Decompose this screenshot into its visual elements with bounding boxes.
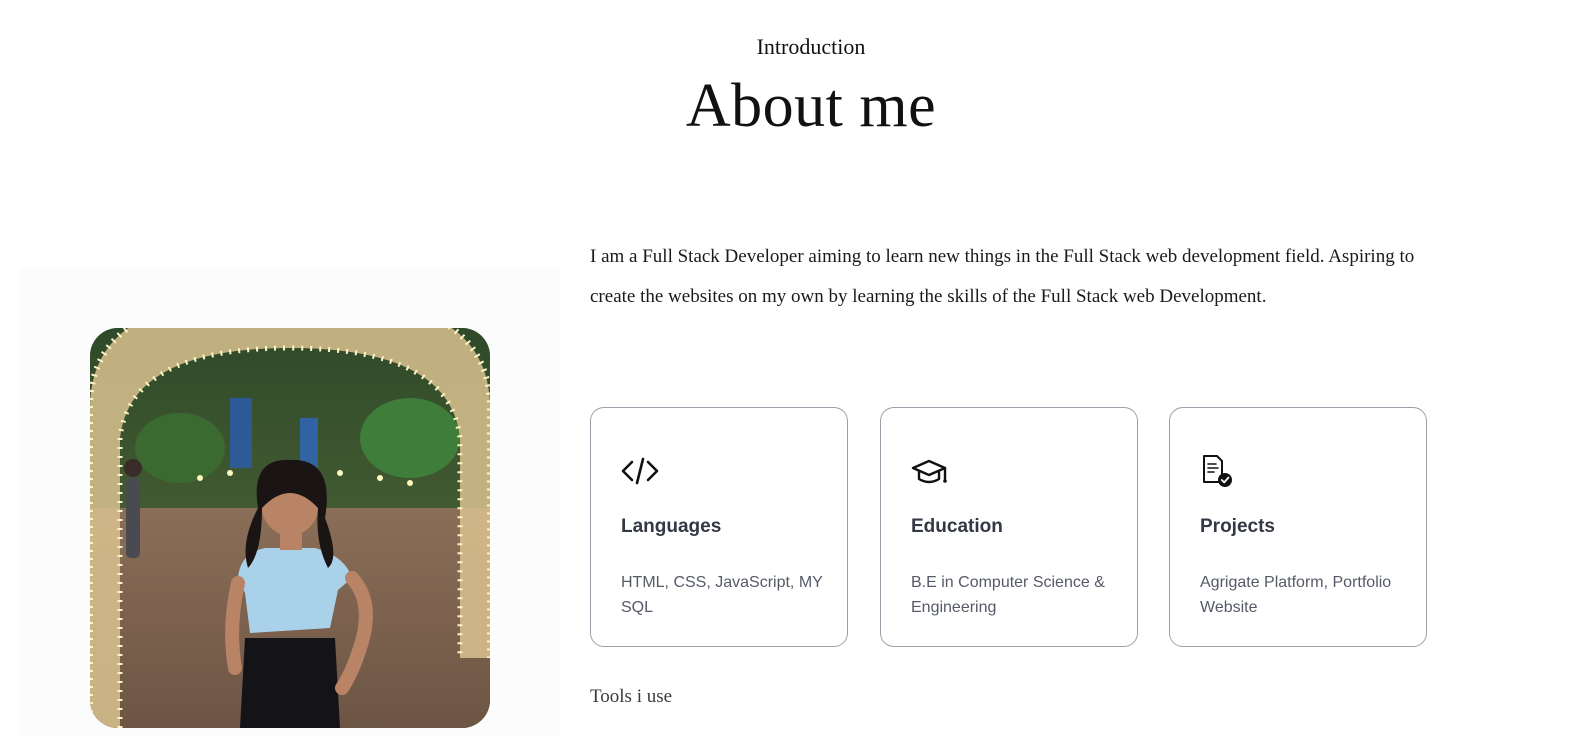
graduation-cap-icon xyxy=(911,454,949,488)
card-education: Education B.E in Computer Science & Engi… xyxy=(880,407,1138,647)
profile-photo xyxy=(90,328,490,728)
profile-photo-illustration xyxy=(90,328,490,728)
card-description: HTML, CSS, JavaScript, MY SQL xyxy=(621,574,823,616)
card-title: Projects xyxy=(1200,516,1275,537)
card-description: B.E in Computer Science & Engineering xyxy=(911,574,1105,616)
about-intro-text: I am a Full Stack Developer aiming to le… xyxy=(590,246,1415,307)
card-projects: Projects Agrigate Platform, Portfolio We… xyxy=(1169,407,1427,647)
card-description: Agrigate Platform, Portfolio Website xyxy=(1200,574,1392,616)
page-title: About me xyxy=(685,72,937,140)
tools-heading: Tools i use xyxy=(590,686,673,707)
project-document-icon xyxy=(1200,454,1238,488)
section-eyebrow: Introduction xyxy=(756,34,866,59)
card-title: Education xyxy=(911,516,1003,537)
code-icon xyxy=(621,454,659,488)
card-title: Languages xyxy=(621,516,722,537)
card-languages: Languages HTML, CSS, JavaScript, MY SQL xyxy=(590,407,848,647)
